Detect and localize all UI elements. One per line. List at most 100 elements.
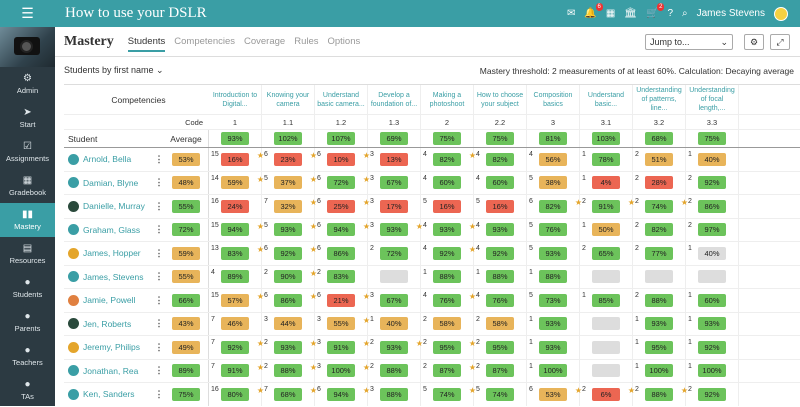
mastery-cell[interactable]: 1 50% [580,218,633,241]
menu-icon[interactable]: ☰ [0,0,55,27]
mastery-cell[interactable]: 2 51% [633,148,686,171]
mastery-cell[interactable]: 2 72% [368,242,421,265]
mastery-cell[interactable]: 6 21% ★ [315,289,370,312]
sidebar-item-admin[interactable]: ⚙ Admin [0,67,55,101]
student-name[interactable]: Jen, Roberts [83,319,154,329]
competency-column-header[interactable]: Understanding of focal length,... [686,85,739,114]
competency-title[interactable]: Understanding of focal length,... [686,86,738,113]
mastery-cell[interactable]: 2 6% ★ [580,383,635,406]
mastery-cell[interactable]: 6 53% ★ [527,383,582,406]
mastery-cell[interactable]: 3 93% ★ [368,218,423,241]
mastery-cell[interactable]: 5 76% [527,218,580,241]
mastery-cell[interactable]: 4 82% [474,148,527,171]
mastery-cell[interactable]: 2 58% [474,312,527,335]
mastery-cell[interactable]: 16 24% [209,195,262,218]
student-name[interactable]: Arnold, Bella [83,154,154,164]
mastery-cell[interactable]: 6 82% ★ [527,195,582,218]
mastery-cell[interactable]: 7 32% ★ [262,195,317,218]
mastery-cell[interactable]: 4 93% [474,218,527,241]
competency-title[interactable]: Knowing your camera [262,91,314,109]
kebab-menu-icon[interactable]: ⋮ [154,295,164,306]
mastery-cell[interactable]: 1 95% [633,336,686,359]
kebab-menu-icon[interactable]: ⋮ [154,248,164,259]
mastery-cell[interactable]: 5 73% [527,289,580,312]
competency-title[interactable]: Understanding of patterns, line... [633,86,685,113]
mastery-cell[interactable]: 4 92% ★ [421,242,476,265]
mastery-cell[interactable]: 6 94% ★ [315,383,370,406]
mastery-cell[interactable]: 5 74% ★ [421,383,476,406]
mastery-cell[interactable]: 2 95% ★ [421,336,476,359]
mastery-cell[interactable]: 4 60% [421,171,474,194]
student-name[interactable]: Graham, Glass [83,225,154,235]
mastery-cell[interactable]: 3 13% [368,148,421,171]
competency-column-header[interactable]: Understand basic camera... [315,85,368,114]
mastery-cell[interactable]: 5 93% ★ [262,218,317,241]
mastery-cell[interactable]: 3 100% ★ [315,359,370,382]
sidebar-item-teachers[interactable]: ● Teachers [0,339,55,373]
mastery-cell[interactable]: 2 91% ★ [580,195,635,218]
mastery-cell[interactable] [580,265,633,288]
competency-title[interactable]: Understand basic camera... [315,91,367,109]
mastery-cell[interactable]: 15 16% ★ [209,148,264,171]
mastery-cell[interactable]: 2 88% ★ [633,383,688,406]
mastery-cell[interactable]: 2 97% [686,218,739,241]
mastery-cell[interactable]: 5 38% [527,171,580,194]
user-name[interactable]: James Stevens [697,8,765,19]
kebab-menu-icon[interactable]: ⋮ [154,389,164,400]
mastery-cell[interactable] [368,265,421,288]
student-name[interactable]: Jeremy, Philips [83,342,154,352]
mastery-cell[interactable]: 15 94% ★ [209,218,264,241]
mastery-cell[interactable]: 2 83% [315,265,368,288]
student-name[interactable]: Jamie, Powell [83,295,154,305]
mastery-cell[interactable]: 1 40% [686,148,739,171]
mastery-cell[interactable]: 7 68% ★ [262,383,317,406]
mastery-cell[interactable]: 2 88% [633,289,686,312]
mastery-cell[interactable]: 1 40% [686,242,739,265]
student-name[interactable]: James, Stevens [83,272,154,282]
sidebar-item-assignments[interactable]: ☑ Assignments [0,135,55,169]
competency-column-header[interactable]: Composition basics [527,85,580,114]
mastery-cell[interactable]: 2 93% ★ [368,336,423,359]
mastery-cell[interactable]: 14 59% ★ [209,171,264,194]
kebab-menu-icon[interactable]: ⋮ [154,365,164,376]
tab-options[interactable]: Options [328,33,361,50]
mastery-cell[interactable]: 1 88% [474,265,527,288]
mastery-cell[interactable]: 2 87% [474,359,527,382]
mastery-cell[interactable]: 3 88% [368,383,421,406]
sidebar-item-students[interactable]: ● Students [0,271,55,305]
competency-column-header[interactable]: Develop a foundation of... [368,85,421,114]
kebab-menu-icon[interactable]: ⋮ [154,318,164,329]
mastery-cell[interactable]: 1 88% [421,265,474,288]
mastery-cell[interactable]: 6 10% ★ [315,148,370,171]
mastery-cell[interactable]: 4 56% [527,148,580,171]
mastery-cell[interactable]: 1 93% [633,312,686,335]
mastery-cell[interactable]: 1 93% [527,336,580,359]
sidebar-item-start[interactable]: ➤ Start [0,101,55,135]
sidebar-item-parents[interactable]: ● Parents [0,305,55,339]
search-icon[interactable]: ⌕ [682,8,688,19]
competency-title[interactable]: How to choose your subject [474,91,526,109]
mastery-cell[interactable]: 1 85% [580,289,633,312]
tab-coverage[interactable]: Coverage [244,33,285,50]
kebab-menu-icon[interactable]: ⋮ [154,342,164,353]
mastery-cell[interactable] [633,265,686,288]
mastery-cell[interactable]: 3 44% [262,312,315,335]
competency-title[interactable]: Composition basics [527,91,579,109]
competency-column-header[interactable]: Knowing your camera [262,85,315,114]
mastery-cell[interactable]: 4 60% [474,171,527,194]
mastery-cell[interactable]: 7 91% ★ [209,359,264,382]
competency-title[interactable]: Develop a foundation of... [368,91,420,109]
mastery-cell[interactable]: 6 94% ★ [315,218,370,241]
mastery-cell[interactable]: 1 4% [580,171,633,194]
kebab-menu-icon[interactable]: ⋮ [154,177,164,188]
mastery-cell[interactable]: 2 86% [686,195,739,218]
mastery-cell[interactable]: 3 67% [368,289,421,312]
mastery-cell[interactable]: 7 46% [209,312,262,335]
mastery-cell[interactable]: 4 76% ★ [421,289,476,312]
kebab-menu-icon[interactable]: ⋮ [154,271,164,282]
mail-icon[interactable]: ✉ [567,8,575,19]
mastery-cell[interactable]: 6 86% [315,242,368,265]
sort-dropdown[interactable]: Students by first name ⌄ [64,65,164,76]
mastery-cell[interactable]: 2 74% ★ [633,195,688,218]
student-name[interactable]: Jonathan, Rea [83,366,154,376]
